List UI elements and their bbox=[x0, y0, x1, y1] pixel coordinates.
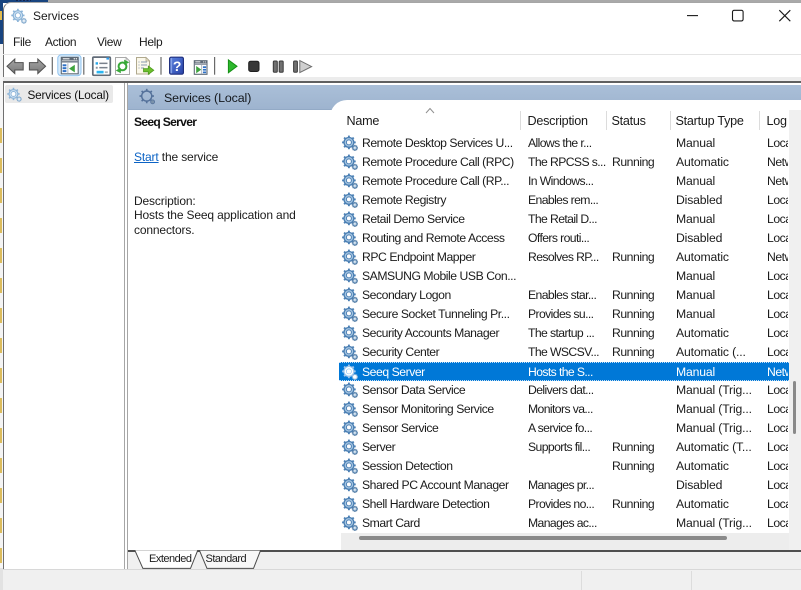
svg-text:?: ? bbox=[173, 58, 182, 74]
